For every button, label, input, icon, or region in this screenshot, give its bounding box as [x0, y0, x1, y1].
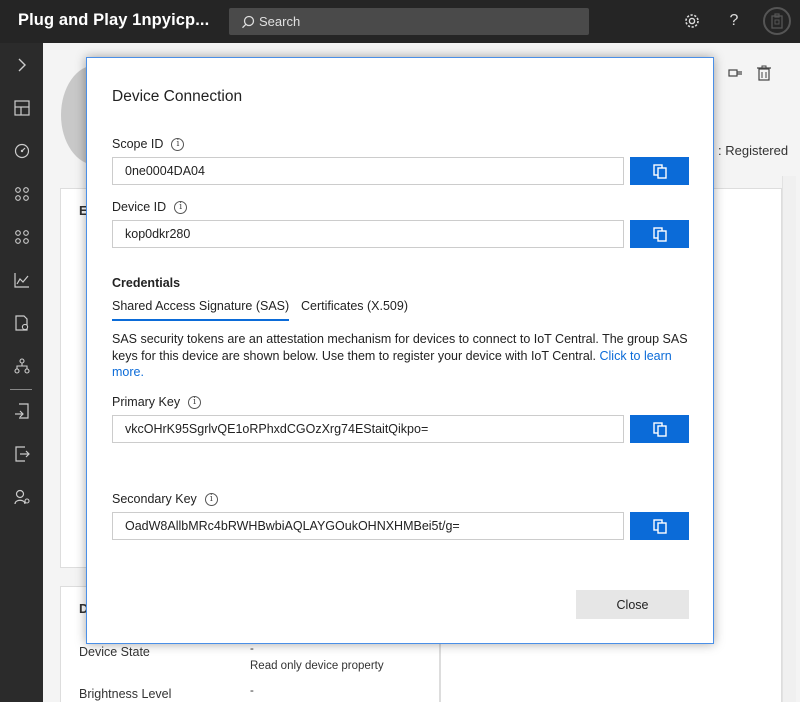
devices-grid-icon[interactable]	[0, 175, 43, 213]
info-icon[interactable]: i	[171, 137, 185, 151]
copy-device-id-button[interactable]	[630, 220, 689, 248]
copy-icon	[652, 518, 667, 534]
info-icon[interactable]: i	[174, 200, 188, 214]
user-badge-icon	[771, 13, 783, 29]
data-export-icon[interactable]	[0, 392, 43, 430]
copy-scope-id-button[interactable]	[630, 157, 689, 185]
user-avatar[interactable]	[763, 7, 791, 35]
nav-divider	[10, 389, 32, 390]
delete-trash-icon[interactable]	[755, 64, 773, 82]
secondary-key-label-text: Secondary Key	[112, 492, 197, 506]
page-scrollbar[interactable]	[782, 176, 796, 702]
scope-id-label: Scope ID i	[112, 137, 185, 151]
device-groups-grid-icon[interactable]	[0, 218, 43, 256]
copy-secondary-key-button[interactable]	[630, 512, 689, 540]
copy-icon	[652, 163, 667, 179]
jobs-document-icon[interactable]	[0, 304, 43, 342]
registration-status: : Registered	[718, 143, 789, 158]
search-input[interactable]	[259, 14, 559, 29]
search-icon	[242, 15, 255, 28]
primary-key-label: Primary Key i	[112, 395, 202, 409]
property-note: Read only device property	[250, 660, 384, 672]
dashboard-icon[interactable]	[0, 89, 43, 127]
device-connection-dialog: Device Connection Scope ID i Device ID i…	[86, 57, 714, 644]
tab-sas[interactable]: Shared Access Signature (SAS)	[112, 299, 290, 321]
help-icon[interactable]: ?	[724, 11, 744, 31]
info-icon[interactable]: i	[188, 395, 202, 409]
close-button[interactable]: Close	[576, 590, 689, 619]
primary-key-field[interactable]	[112, 415, 624, 443]
export-arrow-icon[interactable]	[0, 435, 43, 473]
expand-nav-chevron-icon[interactable]	[0, 46, 43, 84]
secondary-key-label: Secondary Key i	[112, 492, 218, 506]
analytics-chart-icon[interactable]	[0, 261, 43, 299]
info-icon[interactable]: i	[204, 492, 218, 506]
dialog-title: Device Connection	[112, 88, 243, 105]
scope-id-field[interactable]	[112, 157, 624, 185]
administration-user-icon[interactable]	[0, 478, 43, 516]
connect-plug-icon[interactable]	[727, 64, 745, 82]
device-templates-hierarchy-icon[interactable]	[0, 347, 43, 385]
analytics-gauge-icon[interactable]	[0, 132, 43, 170]
device-id-label: Device ID i	[112, 200, 188, 214]
top-bar: Plug and Play 1npyicp... ?	[0, 0, 800, 43]
device-id-field[interactable]	[112, 220, 624, 248]
copy-primary-key-button[interactable]	[630, 415, 689, 443]
tab-certificates[interactable]: Certificates (X.509)	[301, 299, 408, 321]
credentials-heading: Credentials	[112, 276, 181, 290]
left-nav	[0, 43, 43, 702]
scope-id-label-text: Scope ID	[112, 137, 164, 151]
copy-icon	[652, 421, 667, 437]
sas-description: SAS security tokens are an attestation m…	[112, 331, 692, 381]
property-label: Brightness Level	[79, 687, 172, 701]
property-value: -	[250, 643, 254, 655]
primary-key-label-text: Primary Key	[112, 395, 181, 409]
settings-gear-icon[interactable]	[682, 11, 702, 31]
property-label: Device State	[79, 645, 150, 659]
property-value: -	[250, 685, 254, 697]
device-id-label-text: Device ID	[112, 200, 167, 214]
copy-icon	[652, 226, 667, 242]
app-title[interactable]: Plug and Play 1npyicp...	[18, 11, 209, 30]
secondary-key-field[interactable]	[112, 512, 624, 540]
search-box[interactable]	[229, 8, 589, 35]
